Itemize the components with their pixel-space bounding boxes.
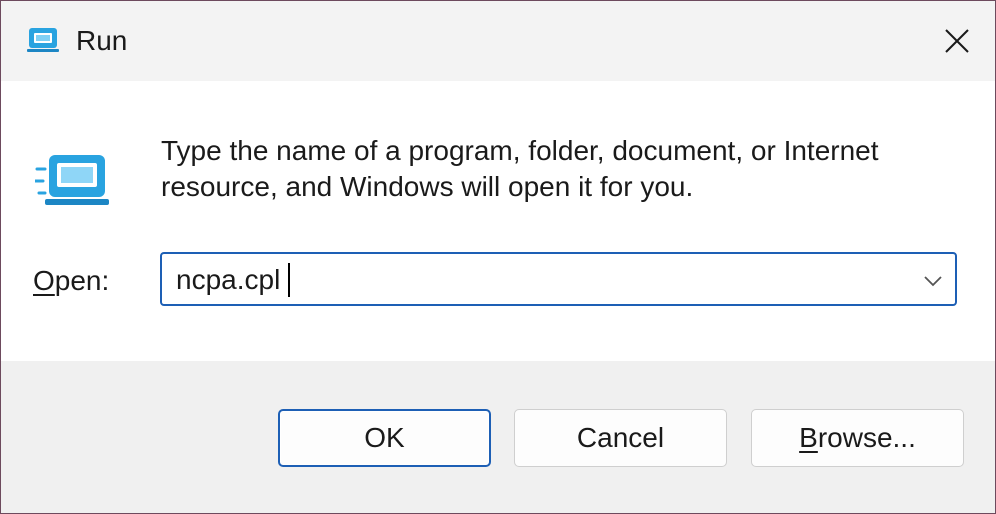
- browse-label: rowse...: [817, 422, 916, 453]
- dialog-content: Type the name of a program, folder, docu…: [1, 81, 995, 361]
- window-title: Run: [76, 25, 128, 56]
- cancel-button[interactable]: Cancel: [514, 409, 727, 467]
- run-dialog: Run Type the name of a program, folder, …: [0, 0, 996, 514]
- open-label-text: pen:: [54, 265, 110, 296]
- title-bar[interactable]: Run: [1, 1, 995, 81]
- browse-accesskey: B: [799, 422, 818, 453]
- text-cursor: [288, 263, 290, 297]
- open-combobox[interactable]: ncpa.cpl: [160, 252, 957, 306]
- close-button[interactable]: [921, 9, 993, 73]
- run-icon: [27, 28, 59, 52]
- ok-button[interactable]: OK: [278, 409, 491, 467]
- dialog-description: Type the name of a program, folder, docu…: [161, 135, 879, 202]
- browse-button[interactable]: Browse...: [751, 409, 964, 467]
- open-label: Open:: [33, 261, 109, 301]
- run-icon: [35, 155, 109, 205]
- open-input[interactable]: ncpa.cpl: [176, 261, 280, 299]
- open-label-accesskey: O: [33, 265, 55, 296]
- close-icon: [945, 29, 969, 53]
- chevron-down-icon[interactable]: [921, 269, 945, 293]
